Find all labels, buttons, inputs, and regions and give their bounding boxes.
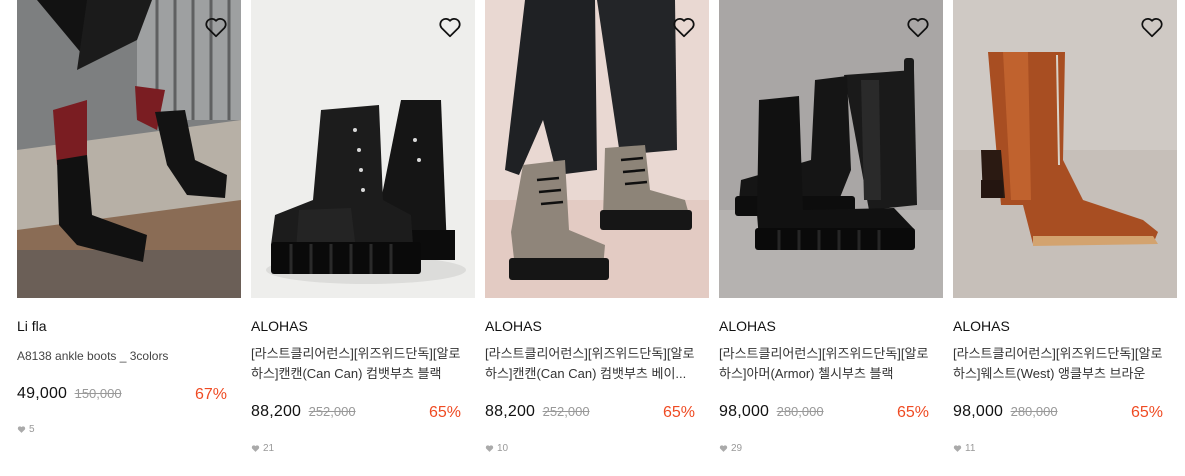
heart-filled-icon (719, 445, 728, 452)
like-count-value: 11 (965, 443, 976, 454)
product-title[interactable]: [라스트클리어런스][위즈위드단독][알로하스]캔캔(Can Can) 컴뱃부츠… (251, 344, 466, 384)
wishlist-heart-icon[interactable] (671, 14, 697, 40)
original-price: 150,000 (74, 386, 122, 401)
heart-filled-icon (251, 445, 260, 452)
price-row: 88,200 252,000 65% (485, 403, 695, 425)
price-row: 88,200 252,000 65% (251, 403, 461, 425)
like-count-value: 5 (29, 424, 35, 435)
discount-rate: 65% (428, 404, 461, 421)
price-row: 98,000 280,000 65% (953, 403, 1163, 425)
product-brand[interactable]: ALOHAS (953, 318, 1010, 334)
product-photo (485, 0, 709, 298)
original-price: 280,000 (1010, 404, 1058, 419)
product-card[interactable]: ALOHAS [라스트클리어런스][위즈위드단독][알로하스]아머(Armor)… (719, 0, 943, 454)
sale-price: 98,000 (719, 403, 770, 420)
product-card[interactable]: ALOHAS [라스트클리어런스][위즈위드단독][알로하스]웨스트(West)… (953, 0, 1177, 454)
product-brand[interactable]: ALOHAS (251, 318, 308, 334)
original-price: 252,000 (542, 404, 590, 419)
product-image[interactable] (251, 0, 475, 298)
wishlist-heart-icon[interactable] (437, 14, 463, 40)
like-count: 29 (719, 443, 742, 454)
like-count-value: 29 (731, 443, 743, 454)
like-count-value: 21 (263, 443, 275, 454)
product-card[interactable]: ALOHAS [라스트클리어런스][위즈위드단독][알로하스]캔캔(Can Ca… (251, 0, 475, 454)
product-brand[interactable]: Li fla (17, 318, 47, 334)
sale-price: 98,000 (953, 403, 1004, 420)
price-row: 49,000 150,000 67% (17, 385, 227, 407)
like-count: 10 (485, 443, 508, 454)
product-title[interactable]: [라스트클리어런스][위즈위드단독][알로하스]아머(Armor) 첼시부츠 블… (719, 344, 934, 384)
product-image[interactable] (719, 0, 943, 298)
sale-price: 49,000 (17, 385, 68, 402)
wishlist-heart-icon[interactable] (905, 14, 931, 40)
sale-price: 88,200 (485, 403, 536, 420)
like-count: 11 (953, 443, 975, 454)
like-count: 5 (17, 424, 35, 435)
wishlist-heart-icon[interactable] (203, 14, 229, 40)
product-image[interactable] (17, 0, 241, 298)
product-title[interactable]: [라스트클리어런스][위즈위드단독][알로하스]캔캔(Can Can) 컴뱃부츠… (485, 344, 700, 384)
product-title[interactable]: A8138 ankle boots _ 3colors (17, 346, 232, 366)
heart-filled-icon (953, 445, 962, 452)
wishlist-heart-icon[interactable] (1139, 14, 1165, 40)
product-title[interactable]: [라스트클리어런스][위즈위드단독][알로하스]웨스트(West) 앵클부츠 브… (953, 344, 1168, 384)
discount-rate: 67% (194, 386, 227, 403)
heart-filled-icon (485, 445, 494, 452)
product-brand[interactable]: ALOHAS (485, 318, 542, 334)
product-image[interactable] (485, 0, 709, 298)
like-count-value: 10 (497, 443, 509, 454)
discount-rate: 65% (896, 404, 929, 421)
original-price: 280,000 (776, 404, 824, 419)
product-card[interactable]: Li fla A8138 ankle boots _ 3colors 49,00… (17, 0, 241, 435)
like-count: 21 (251, 443, 274, 454)
discount-rate: 65% (662, 404, 695, 421)
product-card[interactable]: ALOHAS [라스트클리어런스][위즈위드단독][알로하스]캔캔(Can Ca… (485, 0, 709, 454)
product-image[interactable] (953, 0, 1177, 298)
product-photo (251, 0, 475, 298)
discount-rate: 65% (1130, 404, 1163, 421)
heart-filled-icon (17, 426, 26, 433)
product-photo (953, 0, 1177, 298)
sale-price: 88,200 (251, 403, 302, 420)
original-price: 252,000 (308, 404, 356, 419)
product-photo (719, 0, 943, 298)
product-brand[interactable]: ALOHAS (719, 318, 776, 334)
price-row: 98,000 280,000 65% (719, 403, 929, 425)
product-photo (17, 0, 241, 298)
